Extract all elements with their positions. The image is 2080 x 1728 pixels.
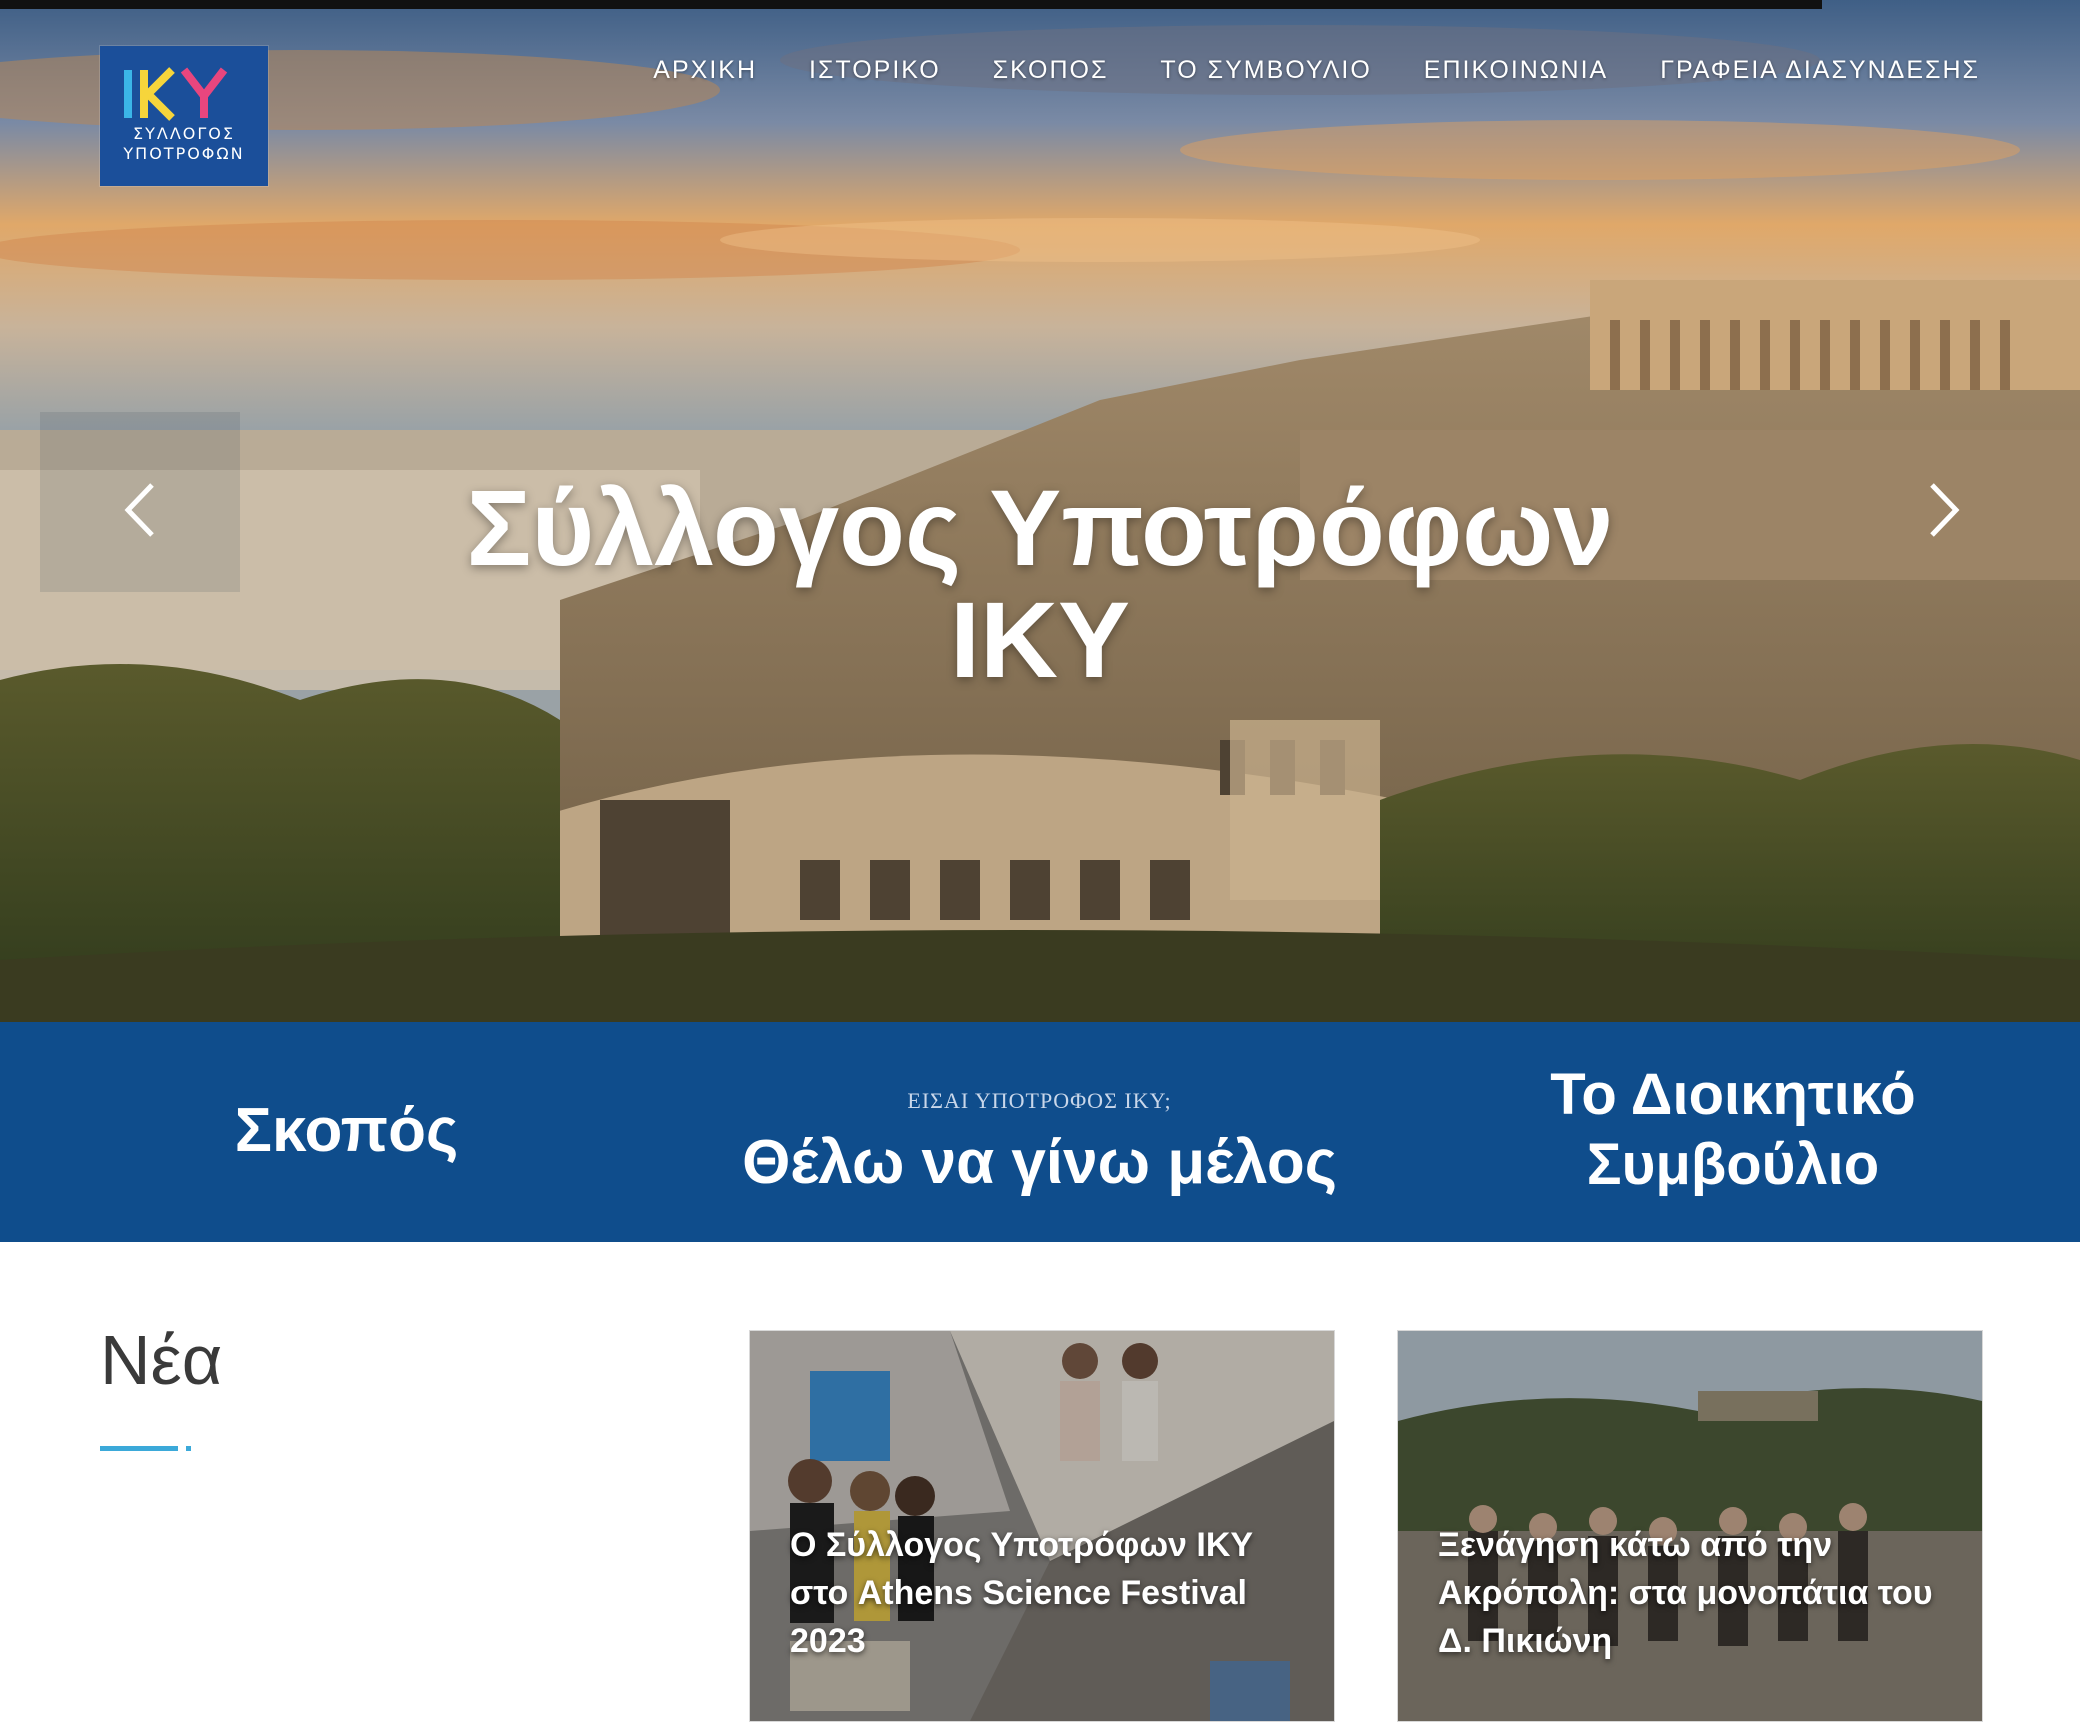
hero-title-line2: ΙΚΥ (949, 579, 1131, 701)
feature-membership[interactable]: ΕΙΣΑΙ ΥΠΟΤΡΟΦΟΣ ΙΚΥ; Θέλω να γίνω μέλος (693, 1022, 1386, 1242)
feature-band: Σκοπός ΕΙΣΑΙ ΥΠΟΤΡΟΦΟΣ ΙΚΥ; Θέλω να γίνω… (0, 1022, 2080, 1242)
board-heading-line2: Συμβούλιο (1586, 1132, 1880, 1197)
news-title-underline-dot (186, 1446, 191, 1451)
logo-text-line2: ΥΠΟΤΡΟΦΩΝ (123, 144, 245, 163)
membership-cta-heading[interactable]: Θέλω να γίνω μέλος (693, 1128, 1386, 1198)
hero-title-line1: Σύλλογος Υποτρόφων (466, 467, 1614, 589)
feature-board[interactable]: Το Διοικητικό Συμβούλιο (1386, 1022, 2080, 1242)
nav-item-purpose[interactable]: ΣΚΟΠΟΣ (993, 56, 1109, 85)
feature-purpose[interactable]: Σκοπός (0, 1022, 693, 1242)
nav-item-board[interactable]: ΤΟ ΣΥΜΒΟΥΛΙΟ (1160, 56, 1371, 85)
news-card[interactable]: Ο Σύλλογος Υποτρόφων ΙΚΥ στο Athens Scie… (749, 1330, 1335, 1722)
nav-item-liaison-offices[interactable]: ΓΡΑΦΕΙΑ ΔΙΑΣΥΝΔΕΣΗΣ (1660, 56, 1980, 85)
news-card-title[interactable]: Ξενάγηση κάτω από την Ακρόπολη: στα μονο… (1438, 1521, 1942, 1665)
board-heading-line1: Το Διοικητικό (1550, 1062, 1916, 1127)
nav-item-history[interactable]: ΙΣΤΟΡΙΚΟ (809, 56, 941, 85)
news-title-underline (100, 1446, 178, 1451)
feature-board-heading[interactable]: Το Διοικητικό Συμβούλιο (1386, 1022, 2080, 1200)
hero-title: Σύλλογος Υποτρόφων ΙΚΥ (0, 472, 2080, 696)
hero-slider: ΣΥΛΛΟΓΟΣ ΥΠΟΤΡΟΦΩΝ ΑΡΧΙΚΗ ΙΣΤΟΡΙΚΟ ΣΚΟΠΟ… (0, 0, 2080, 1022)
top-dark-bar (0, 0, 1822, 9)
news-card-title[interactable]: Ο Σύλλογος Υποτρόφων ΙΚΥ στο Athens Scie… (790, 1521, 1294, 1665)
main-navigation: ΑΡΧΙΚΗ ΙΣΤΟΡΙΚΟ ΣΚΟΠΟΣ ΤΟ ΣΥΜΒΟΥΛΙΟ ΕΠΙΚ… (601, 56, 1980, 85)
logo-iky-mark (124, 67, 228, 121)
membership-kicker: ΕΙΣΑΙ ΥΠΟΤΡΟΦΟΣ ΙΚΥ; (907, 1088, 1172, 1113)
nav-item-home[interactable]: ΑΡΧΙΚΗ (653, 56, 757, 85)
site-logo[interactable]: ΣΥΛΛΟΓΟΣ ΥΠΟΤΡΟΦΩΝ (100, 46, 268, 186)
logo-text-line1: ΣΥΛΛΟΓΟΣ (133, 124, 235, 143)
feature-purpose-heading[interactable]: Σκοπός (0, 1022, 693, 1166)
news-card[interactable]: Ξενάγηση κάτω από την Ακρόπολη: στα μονο… (1397, 1330, 1983, 1722)
nav-item-contact[interactable]: ΕΠΙΚΟΙΝΩΝΙΑ (1424, 56, 1608, 85)
news-section-title: Νέα (100, 1321, 223, 1399)
